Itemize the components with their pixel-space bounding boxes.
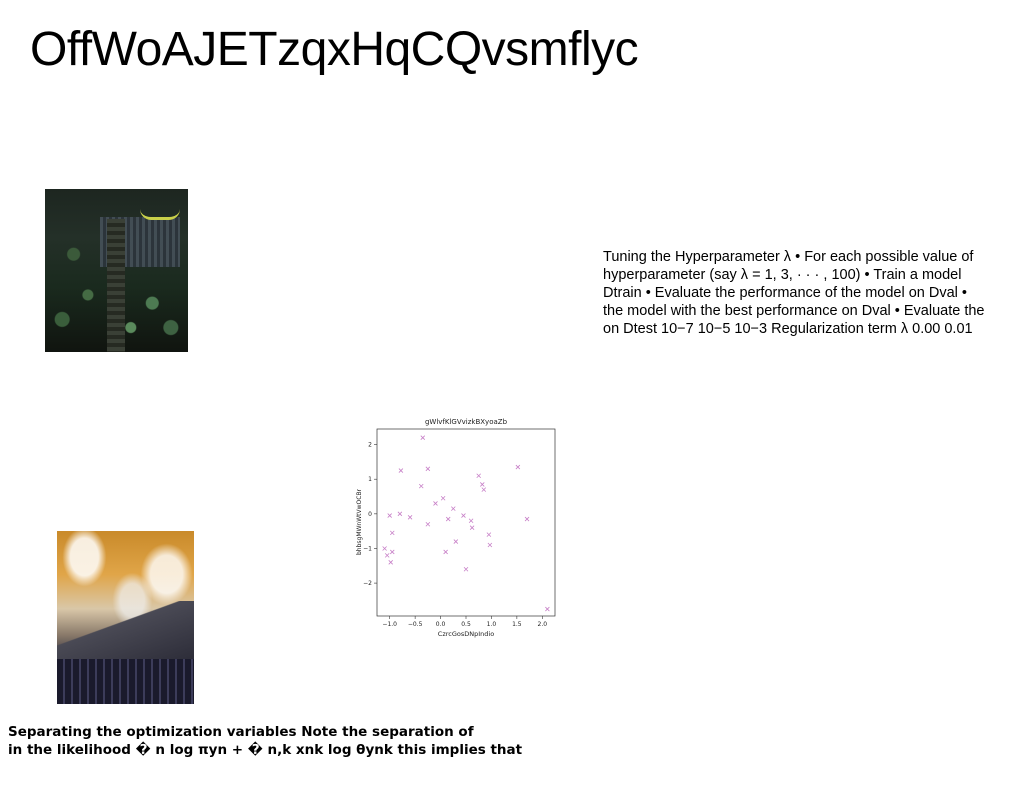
- scatter-point: [388, 560, 394, 565]
- plot-frame: [376, 428, 556, 617]
- y-tick-label: 0: [368, 511, 372, 518]
- scatter-point: [425, 466, 431, 472]
- caption-line: in the likelihood � n log πyn + � n,k xn…: [8, 742, 523, 758]
- y-tick-label: −1: [363, 545, 372, 552]
- scatter-point: [384, 553, 390, 558]
- mountain-hall-photo: [57, 531, 194, 704]
- likelihood-caption: Separating the optimization variables No…: [8, 723, 522, 759]
- scatter-point: [407, 515, 413, 520]
- scatter-point: [487, 542, 493, 548]
- scatter-point: [445, 516, 451, 522]
- x-tick-label: 0.5: [461, 621, 471, 628]
- scatter-point: [481, 487, 487, 492]
- x-tick-label: 1.5: [512, 621, 522, 628]
- text-line: hyperparameter (say λ = 1, 3, · · · , 10…: [603, 267, 962, 283]
- scatter-point: [443, 549, 448, 555]
- scatter-point: [461, 513, 466, 518]
- scatter-point: [389, 530, 395, 536]
- scatter-point: [545, 606, 550, 612]
- y-axis-ticks: −2 −1 0 1 2: [363, 442, 377, 587]
- y-tick-label: 1: [368, 476, 372, 483]
- scatter-point: [476, 473, 481, 479]
- garden-deck-photo: [45, 189, 188, 352]
- text-line: Dtrain • Evaluate the performance of the…: [603, 285, 967, 301]
- scatter-point: [387, 513, 392, 518]
- caption-line: Separating the optimization variables No…: [8, 724, 474, 740]
- scatter-points: [382, 435, 550, 612]
- x-axis-ticks: −1.0 −0.5 0.0 0.5 1.0 1.5 2.0: [382, 616, 547, 628]
- scatter-point: [486, 532, 492, 537]
- x-tick-label: −0.5: [408, 621, 423, 628]
- text-line: the model with the best performance on D…: [603, 303, 985, 319]
- y-axis-label: bhbsgMWnWtVwOCBr: [356, 488, 363, 555]
- y-tick-label: −2: [363, 580, 372, 587]
- scatter-point: [382, 546, 387, 551]
- hyperparameter-text-block: Tuning the Hyperparameter λ • For each p…: [603, 248, 1024, 338]
- scatter-point: [451, 506, 456, 511]
- x-tick-label: 0.0: [436, 621, 446, 628]
- scatter-point: [515, 464, 521, 470]
- x-axis-label: CzrcGosDNpIndio: [438, 630, 494, 638]
- scatter-point: [479, 482, 485, 487]
- text-line: on Dtest 10−7 10−5 10−3 Regularization t…: [603, 321, 973, 337]
- scatter-point: [468, 518, 474, 524]
- scatter-point: [463, 566, 469, 572]
- scatter-point: [420, 435, 426, 440]
- scatter-chart: gWlvfKlGVvizkBXyoaZb −1.0 −0.5 0.0 0.5 1.0 1.…: [356, 418, 556, 638]
- chart-title: gWlvfKlGVvizkBXyoaZb: [425, 418, 508, 426]
- scatter-point: [433, 501, 438, 506]
- scatter-point: [425, 521, 431, 527]
- x-tick-label: 2.0: [538, 621, 548, 628]
- y-tick-label: 2: [368, 442, 372, 449]
- x-tick-label: 1.0: [487, 621, 497, 628]
- scatter-point: [469, 525, 475, 530]
- page-title: OffWoAJETzqxHqCQvsmflyc: [30, 23, 639, 76]
- text-line: Tuning the Hyperparameter λ • For each p…: [603, 249, 974, 265]
- scatter-point: [440, 495, 446, 501]
- scatter-point: [524, 516, 530, 522]
- x-tick-label: −1.0: [382, 621, 397, 628]
- scatter-point: [398, 468, 404, 473]
- scatter-point: [453, 539, 459, 544]
- scatter-point: [397, 511, 403, 517]
- scatter-point: [418, 483, 424, 489]
- scatter-point: [389, 549, 395, 555]
